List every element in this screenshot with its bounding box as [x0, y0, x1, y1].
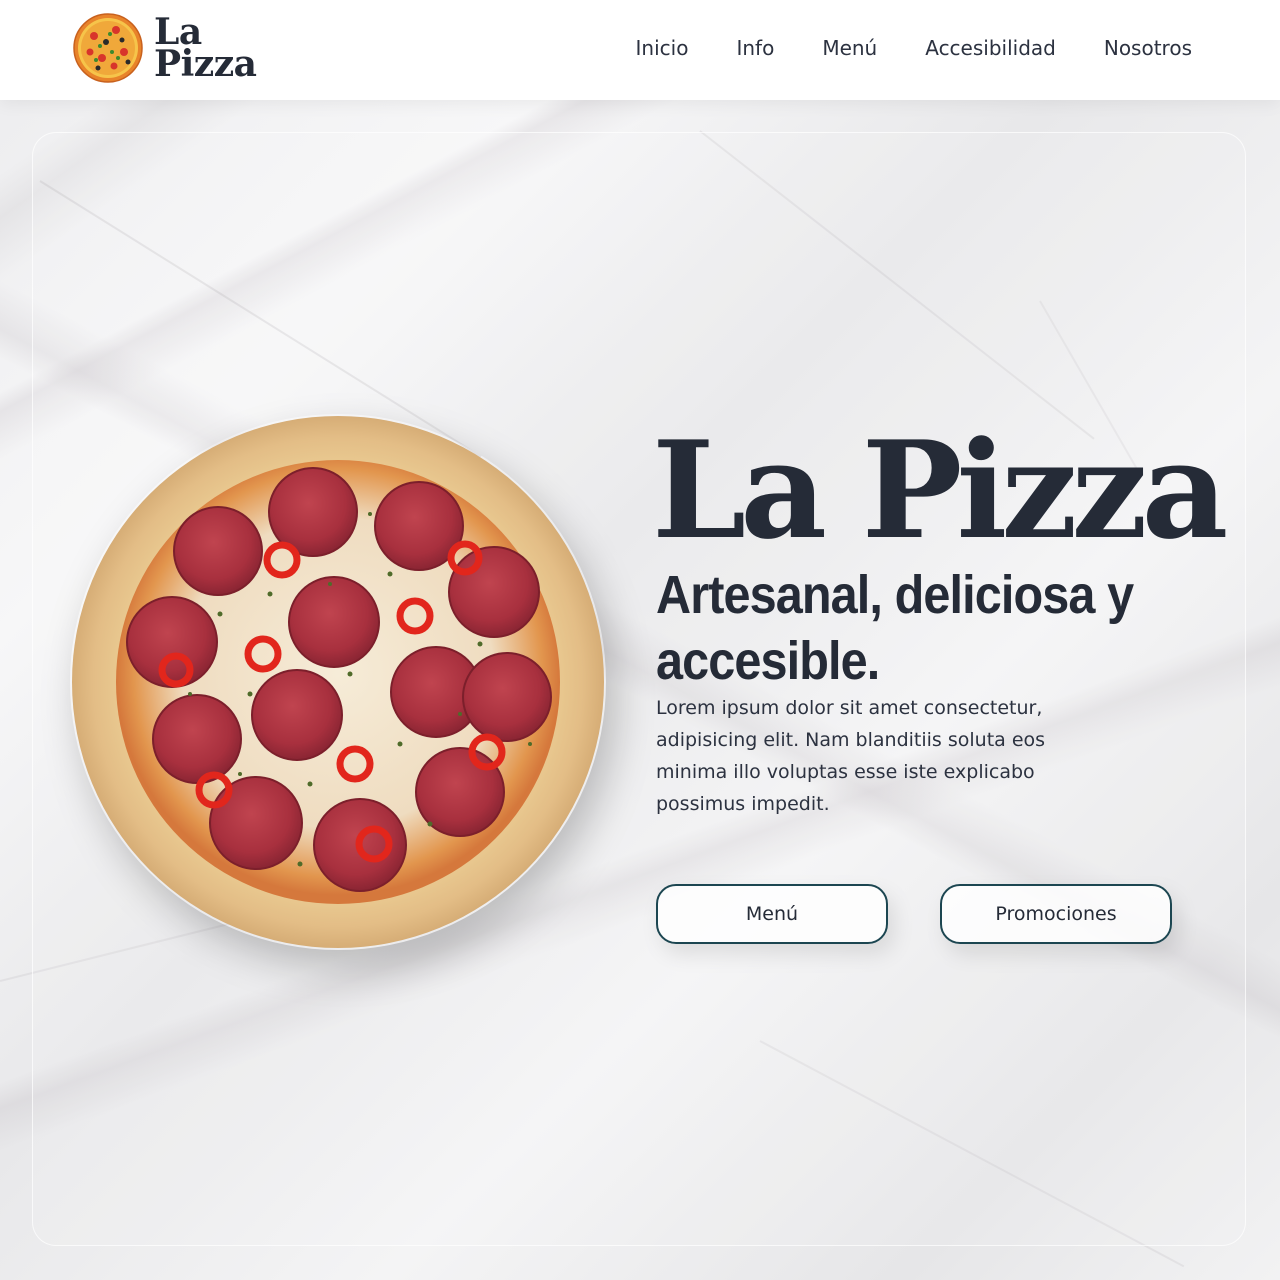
pizza-logo-icon [73, 13, 143, 83]
brand-wordmark: La Pizza [154, 14, 257, 85]
hero-description: Lorem ipsum dolor sit amet consectetur, … [656, 697, 1046, 815]
pepperoni-pizza-image [70, 414, 606, 950]
nav-item-inicio[interactable]: Inicio [636, 36, 689, 60]
nav-item-nosotros[interactable]: Nosotros [1104, 36, 1192, 60]
nav-item-info[interactable]: Info [736, 36, 774, 60]
promotions-button[interactable]: Promociones [940, 884, 1172, 944]
menu-button[interactable]: Menú [656, 884, 888, 944]
nav-item-accesibilidad[interactable]: Accesibilidad [925, 36, 1056, 60]
main-nav: Inicio Info Menú Accesibilidad Nosotros [636, 36, 1192, 60]
brand-line-2: Pizza [154, 43, 257, 85]
hero-title: La Pizza [652, 411, 1228, 569]
nav-item-menu[interactable]: Menú [822, 36, 877, 60]
site-header: La Pizza Inicio Info Menú Accesibilidad … [0, 0, 1280, 100]
pizza-illustration [72, 416, 604, 948]
hero-subtitle: Artesanal, deliciosa y accesible. [656, 565, 1134, 691]
brand-logo[interactable]: La Pizza [72, 12, 257, 85]
